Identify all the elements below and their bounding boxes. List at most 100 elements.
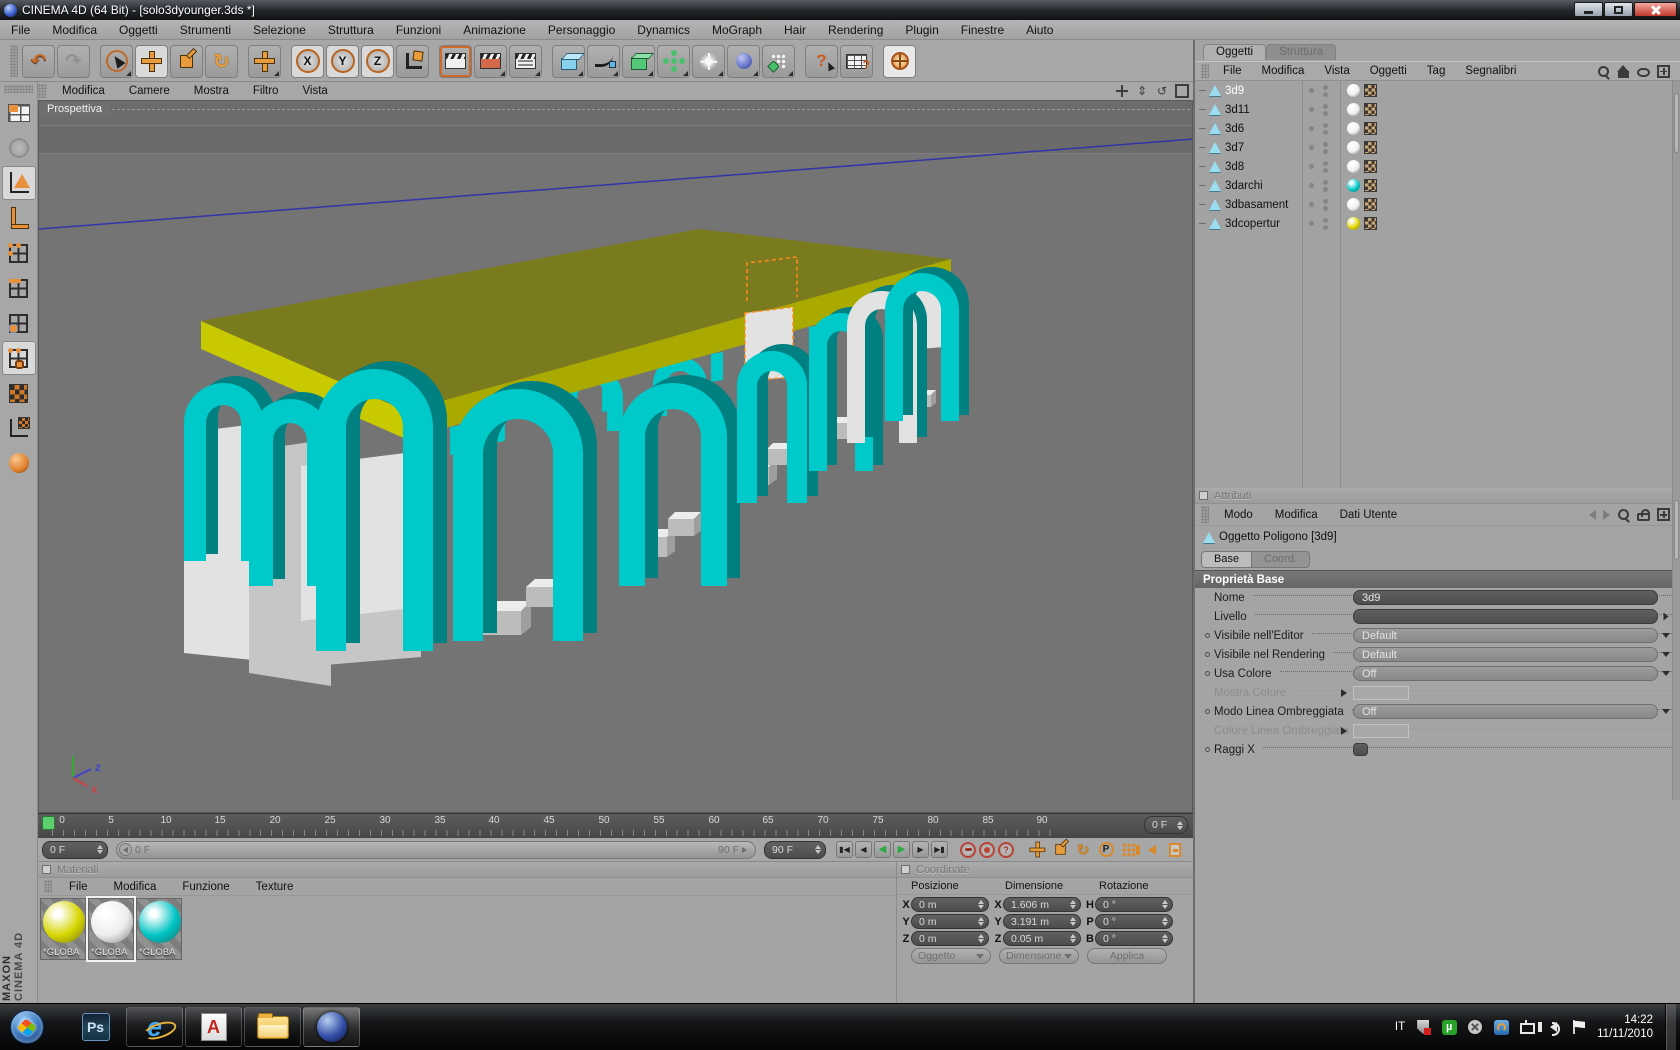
network-icon[interactable] xyxy=(1519,1019,1535,1035)
record-scale-icon[interactable] xyxy=(1051,841,1069,859)
timeline-range-slider[interactable]: 0 F 90 F xyxy=(116,841,756,859)
texture-axis-icon[interactable] xyxy=(2,411,36,445)
particles-icon[interactable] xyxy=(762,45,795,78)
history-forward-icon[interactable] xyxy=(1603,510,1610,520)
add-spline-icon[interactable] xyxy=(587,45,620,78)
menu-file[interactable]: File xyxy=(0,23,41,37)
history-back-icon[interactable] xyxy=(1589,510,1596,520)
coordinate-system-icon[interactable] xyxy=(396,45,429,78)
render-settings-icon[interactable] xyxy=(509,45,542,78)
object-row-3darchi[interactable]: 3darchi xyxy=(1195,176,1680,195)
workplane-icon[interactable] xyxy=(2,446,36,480)
toolbar-grip[interactable] xyxy=(10,45,18,77)
dim-z-field[interactable]: 0.05 m xyxy=(1003,931,1081,946)
visibile-editor-dropdown[interactable]: Default xyxy=(1353,628,1658,643)
anim-dot-icon[interactable] xyxy=(1205,633,1210,638)
record-rotation-icon[interactable]: ↻ xyxy=(1074,841,1092,859)
dim-x-field[interactable]: 1.606 m xyxy=(1003,897,1081,912)
object-row-3dbasament[interactable]: 3dbasament xyxy=(1195,195,1680,214)
attr-search-icon[interactable] xyxy=(1617,508,1630,521)
material-ball-icon[interactable] xyxy=(1347,122,1360,135)
menu-mograph[interactable]: MoGraph xyxy=(701,23,773,37)
keyframe-selection-icon[interactable] xyxy=(1166,841,1184,859)
redo-icon[interactable]: ↷ xyxy=(57,45,90,78)
vp-menu-camere[interactable]: Camere xyxy=(117,85,182,97)
vp-menu-vista[interactable]: Vista xyxy=(290,85,339,97)
scale-icon[interactable] xyxy=(170,45,203,78)
object-row-3d7[interactable]: 3d7 xyxy=(1195,138,1680,157)
autokey-button[interactable] xyxy=(979,842,995,858)
om-menu-modifica[interactable]: Modifica xyxy=(1252,65,1315,77)
attr-menu-modifica[interactable]: Modifica xyxy=(1264,509,1329,521)
vp-menu-filtro[interactable]: Filtro xyxy=(241,85,291,97)
material-ball-icon[interactable] xyxy=(1347,217,1360,230)
object-row-3dcopertur[interactable]: 3dcopertur xyxy=(1195,214,1680,233)
move-icon[interactable] xyxy=(135,45,168,78)
menu-aiuto[interactable]: Aiuto xyxy=(1015,23,1064,37)
viewport-menu-grip[interactable] xyxy=(38,84,46,98)
mat-menu-modifica[interactable]: Modifica xyxy=(101,881,170,893)
cinema4d-taskbar-icon[interactable] xyxy=(303,1007,360,1047)
volume-icon[interactable] xyxy=(1545,1019,1561,1035)
dropdown-arrow-icon[interactable] xyxy=(1662,633,1670,638)
materials-pin-checkbox[interactable] xyxy=(42,865,51,874)
sidebar-grip[interactable] xyxy=(4,85,34,93)
language-indicator[interactable]: IT xyxy=(1395,1021,1405,1033)
visibile-rendering-dropdown[interactable]: Default xyxy=(1353,647,1658,662)
texture-tag-icon[interactable] xyxy=(1364,160,1377,173)
menu-plugin[interactable]: Plugin xyxy=(894,23,949,37)
menu-struttura[interactable]: Struttura xyxy=(317,23,385,37)
viewport-maximize-icon[interactable] xyxy=(1175,84,1189,98)
internet-explorer-icon[interactable]: e xyxy=(126,1007,183,1047)
dropdown-arrow-icon[interactable] xyxy=(1662,671,1670,676)
rot-p-field[interactable]: 0 ° xyxy=(1095,914,1173,929)
content-browser-icon[interactable]: ? xyxy=(840,45,873,78)
lock-icon[interactable] xyxy=(1637,513,1650,521)
timeline-scrubber[interactable] xyxy=(42,816,55,830)
go-to-end-button[interactable]: ▶▮ xyxy=(931,841,948,858)
apply-button[interactable]: Applica xyxy=(1087,948,1167,964)
pos-y-field[interactable]: 0 m xyxy=(911,914,989,929)
mat-menu-funzione[interactable]: Funzione xyxy=(169,881,242,893)
attr-menu-modo[interactable]: Modo xyxy=(1213,509,1264,521)
anim-dot-icon[interactable] xyxy=(1205,709,1210,714)
viewport-pan-icon[interactable] xyxy=(1115,84,1129,98)
menu-personaggio[interactable]: Personaggio xyxy=(537,23,626,37)
object-row-3d11[interactable]: 3d11 xyxy=(1195,100,1680,119)
menu-animazione[interactable]: Animazione xyxy=(452,23,537,37)
coords-mode-dropdown[interactable]: Oggetto xyxy=(911,948,991,964)
object-row-3d6[interactable]: 3d6 xyxy=(1195,119,1680,138)
texture-tag-icon[interactable] xyxy=(1364,122,1377,135)
start-orb[interactable] xyxy=(10,1010,44,1044)
menu-dynamics[interactable]: Dynamics xyxy=(626,23,701,37)
menu-oggetti[interactable]: Oggetti xyxy=(108,23,169,37)
live-selection-icon[interactable] xyxy=(100,45,133,78)
lock-x-icon[interactable]: X xyxy=(291,45,324,78)
go-to-start-button[interactable]: ▮◀ xyxy=(836,841,853,858)
home-icon[interactable] xyxy=(1617,65,1630,78)
viewport-rotate-icon[interactable]: ↺ xyxy=(1155,84,1169,98)
texture-mode-icon[interactable] xyxy=(2,376,36,410)
timeline-ruler[interactable]: 0 5 10 15 20 25 30 35 40 45 50 55 60 65 … xyxy=(38,813,1193,838)
material-ball-icon[interactable] xyxy=(1347,198,1360,211)
add-cube-icon[interactable] xyxy=(552,45,585,78)
render-view-icon[interactable] xyxy=(439,45,472,78)
mat-menu-file[interactable]: File xyxy=(56,881,101,893)
explorer-folder-icon[interactable] xyxy=(244,1007,301,1047)
polygons-mode-icon[interactable] xyxy=(2,306,36,340)
tray-x-icon[interactable] xyxy=(1467,1019,1483,1035)
viewport-zoom-icon[interactable]: ⇕ xyxy=(1135,84,1149,98)
texture-tag-icon[interactable] xyxy=(1364,84,1377,97)
photoshop-icon[interactable]: Ps xyxy=(67,1007,124,1047)
end-frame-field[interactable]: 90 F xyxy=(764,841,826,859)
om-menu-vista[interactable]: Vista xyxy=(1314,65,1359,77)
texture-tag-icon[interactable] xyxy=(1364,217,1377,230)
lock-z-icon[interactable]: Z xyxy=(361,45,394,78)
pos-z-field[interactable]: 0 m xyxy=(911,931,989,946)
messenger-icon[interactable] xyxy=(1493,1019,1509,1035)
record-parameter-icon[interactable]: P xyxy=(1097,841,1115,859)
texture-tag-icon[interactable] xyxy=(1364,103,1377,116)
record-position-icon[interactable] xyxy=(1028,841,1046,859)
perspective-viewport[interactable]: Prospettiva xyxy=(38,100,1193,813)
section-proprieta-base[interactable]: Proprietà Base xyxy=(1195,570,1680,588)
